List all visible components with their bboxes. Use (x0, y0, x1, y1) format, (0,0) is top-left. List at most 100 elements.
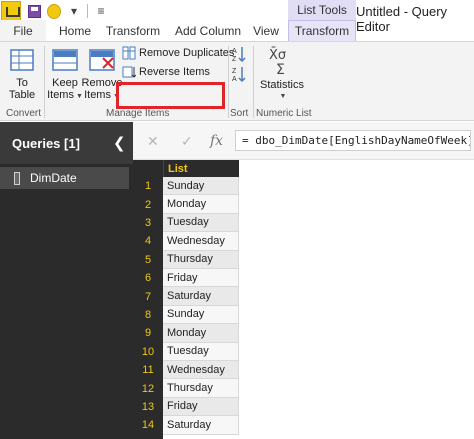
table-row[interactable]: 13 Friday (133, 397, 239, 417)
table-cell[interactable]: Sunday (163, 305, 239, 325)
save-icon[interactable] (27, 4, 41, 18)
tab-add-column[interactable]: Add Column (170, 20, 246, 41)
formula-bar: ✕ ✓ fx = dbo_DimDate[EnglishDayNameOfWee… (133, 122, 474, 160)
reverse-items-button[interactable]: Reverse Items (122, 64, 210, 80)
row-number[interactable]: 2 (133, 195, 163, 213)
table-row[interactable]: 1 Sunday (133, 177, 239, 196)
table-cell[interactable]: Monday (163, 324, 239, 343)
group-label-manage-items: Manage Items (106, 108, 170, 119)
annotation-highlight-box (116, 82, 225, 109)
table-cell[interactable]: Monday (163, 195, 239, 214)
tab-view[interactable]: View (250, 20, 282, 41)
sort-descending-button[interactable]: Z A (232, 66, 246, 82)
table-cell[interactable]: Saturday (163, 416, 239, 435)
table-row[interactable]: 9 Monday (133, 324, 239, 343)
context-tab-group-label: List Tools (288, 0, 356, 20)
qat-separator (87, 4, 88, 18)
group-label-sort: Sort (230, 108, 249, 119)
table-row[interactable]: 4 Wednesday (133, 232, 239, 251)
query-item-label: DimDate (30, 171, 77, 185)
data-grid: List 1 Sunday 2 Monday 3 Tuesday 4 Wednesday 5 Th… (133, 160, 474, 439)
table-row[interactable]: 6 Friday (133, 269, 239, 288)
sort-ascending-button[interactable]: A Z (232, 46, 246, 62)
remove-items-button[interactable]: Remove Items ▼ (82, 48, 122, 103)
table-row[interactable]: 2 Monday (133, 195, 239, 214)
tab-list-transform[interactable]: Transform (288, 20, 356, 41)
statistics-button[interactable]: X̄σ Σ Statistics ▼ (258, 46, 306, 103)
table-row[interactable]: 12 Thursday (133, 379, 239, 398)
query-item-dimdate[interactable]: DimDate (0, 167, 129, 189)
table-row[interactable]: 8 Sunday (133, 305, 239, 325)
table-cell[interactable]: Tuesday (163, 342, 239, 361)
quick-access-toolbar: ▾ ≡ (0, 0, 108, 22)
table-icon (14, 171, 20, 185)
table-cell[interactable]: Thursday (163, 250, 239, 269)
svg-text:Σ: Σ (276, 62, 285, 76)
table-row[interactable]: 3 Tuesday (133, 213, 239, 233)
table-row[interactable]: 11 Wednesday (133, 361, 239, 380)
ribbon: To Table Convert Keep Items▼ Remove Ite (0, 41, 474, 121)
table-cell[interactable]: Wednesday (163, 361, 239, 380)
check-icon[interactable]: ✓ (181, 133, 193, 150)
row-number[interactable]: 11 (133, 361, 163, 379)
table-cell[interactable]: Thursday (163, 379, 239, 398)
table-row[interactable]: 5 Thursday (133, 250, 239, 269)
reverse-items-icon (122, 66, 136, 78)
reverse-items-label: Reverse Items (139, 66, 210, 78)
table-cell[interactable]: Tuesday (163, 213, 239, 233)
sort-ascending-icon: A Z (232, 47, 246, 62)
smiley-icon[interactable] (47, 3, 61, 19)
row-number[interactable]: 14 (133, 416, 163, 434)
chevron-down-icon: ▼ (75, 93, 83, 100)
to-table-label-2: Table (8, 89, 36, 101)
queries-title: Queries [1] (12, 136, 80, 151)
row-number[interactable]: 9 (133, 324, 163, 342)
fx-icon[interactable]: fx (210, 133, 223, 149)
group-label-convert: Convert (6, 108, 42, 119)
to-table-button[interactable]: To Table (6, 48, 38, 101)
row-number[interactable]: 7 (133, 287, 163, 305)
table-cell[interactable]: Wednesday (163, 232, 239, 251)
table-row[interactable]: 7 Saturday (133, 287, 239, 306)
svg-text:A: A (232, 76, 237, 82)
keep-items-icon (52, 49, 78, 71)
svg-text:X̄σ: X̄σ (269, 48, 286, 63)
ribbon-separator (253, 46, 254, 118)
table-cell[interactable]: Sunday (163, 177, 239, 196)
keep-items-label-1: Keep (52, 77, 78, 89)
dropdown-icon[interactable]: ≡ (94, 4, 108, 18)
cancel-icon[interactable]: ✕ (147, 133, 159, 150)
undo-icon[interactable]: ▾ (67, 4, 81, 18)
row-number[interactable]: 3 (133, 214, 163, 232)
remove-duplicates-icon (122, 46, 136, 60)
keep-items-button[interactable]: Keep Items ▼ (47, 48, 83, 103)
table-cell[interactable]: Friday (163, 269, 239, 288)
chevron-left-icon[interactable]: ❮ (113, 134, 126, 152)
row-number[interactable]: 5 (133, 251, 163, 269)
row-number[interactable]: 1 (133, 177, 163, 195)
row-number[interactable]: 12 (133, 379, 163, 397)
formula-input[interactable]: = dbo_DimDate[EnglishDayNameOfWeek] (235, 130, 471, 151)
tab-file[interactable]: File (0, 20, 46, 41)
table-cell[interactable]: Saturday (163, 287, 239, 306)
row-number[interactable]: 10 (133, 343, 163, 361)
remove-items-icon (89, 49, 115, 71)
column-header-list[interactable]: List (163, 160, 239, 177)
row-number[interactable]: 13 (133, 398, 163, 416)
svg-text:Z: Z (232, 68, 237, 75)
remove-duplicates-label: Remove Duplicates (139, 47, 235, 59)
row-number[interactable]: 4 (133, 232, 163, 250)
tab-home[interactable]: Home (52, 20, 98, 41)
table-row[interactable]: 10 Tuesday (133, 342, 239, 361)
tab-transform[interactable]: Transform (104, 20, 162, 41)
remove-duplicates-button[interactable]: Remove Duplicates (122, 45, 234, 61)
row-number[interactable]: 6 (133, 269, 163, 287)
group-label-numeric-list: Numeric List (256, 108, 312, 119)
table-cell[interactable]: Friday (163, 397, 239, 417)
queries-pane: Queries [1] ❮ DimDate (0, 122, 133, 439)
table-row[interactable]: 14 Saturday (133, 416, 239, 435)
chevron-down-icon: ▼ (279, 93, 287, 100)
row-number[interactable]: 8 (133, 306, 163, 324)
queries-header: Queries [1] ❮ (0, 122, 133, 164)
query-editor-window: ▾ ≡ List Tools Untitled - Query Editor F… (0, 0, 474, 439)
